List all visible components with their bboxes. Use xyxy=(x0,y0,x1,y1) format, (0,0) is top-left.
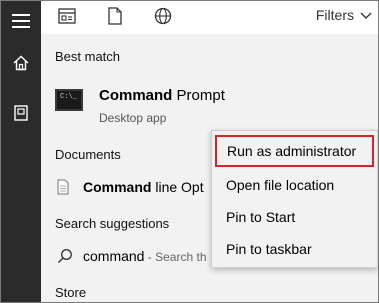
web-globe-icon xyxy=(154,7,172,30)
file-icon xyxy=(57,179,69,200)
apps-filter-button[interactable] xyxy=(55,6,79,30)
best-match-subtitle: Desktop app xyxy=(99,111,167,125)
left-rail xyxy=(1,1,41,302)
home-icon xyxy=(13,55,29,71)
filters-dropdown[interactable]: Filters xyxy=(316,7,372,23)
web-filter-button[interactable] xyxy=(151,6,175,30)
documents-heading: Documents xyxy=(55,147,121,162)
apps-icon xyxy=(58,7,76,29)
hamburger-menu-icon xyxy=(12,14,30,28)
document-title: Command line Opt xyxy=(83,179,204,195)
best-match-heading: Best match xyxy=(55,49,121,64)
filters-label: Filters xyxy=(315,7,354,23)
command-prompt-icon: C:\_ xyxy=(55,89,83,111)
menu-item-run-as-administrator[interactable]: Run as administrator xyxy=(215,135,374,167)
start-search-window: Filters Best match C:\_ Command Prompt D… xyxy=(0,0,379,303)
home-button[interactable] xyxy=(1,43,41,83)
context-menu: Run as administrator Open file location … xyxy=(211,130,378,268)
documents-filter-button[interactable] xyxy=(103,6,127,30)
best-match-result[interactable]: C:\_ Command Prompt Desktop app xyxy=(41,77,378,133)
suggestion-text: command - Search th xyxy=(83,248,207,264)
chevron-down-icon xyxy=(360,7,372,23)
search-suggestions-heading: Search suggestions xyxy=(55,216,170,231)
hamburger-menu-button[interactable] xyxy=(1,1,41,41)
search-icon xyxy=(57,248,73,269)
menu-item-open-file-location[interactable]: Open file location xyxy=(212,169,377,201)
best-match-title: Command Prompt xyxy=(99,87,225,104)
documents-rail-button[interactable] xyxy=(1,93,41,133)
document-icon xyxy=(108,6,122,30)
search-scope-toolbar: Filters xyxy=(41,1,378,35)
contact-card-icon xyxy=(14,105,28,121)
menu-item-pin-to-taskbar[interactable]: Pin to taskbar xyxy=(212,233,377,265)
store-heading: Store xyxy=(55,285,87,300)
menu-item-pin-to-start[interactable]: Pin to Start xyxy=(212,201,377,233)
